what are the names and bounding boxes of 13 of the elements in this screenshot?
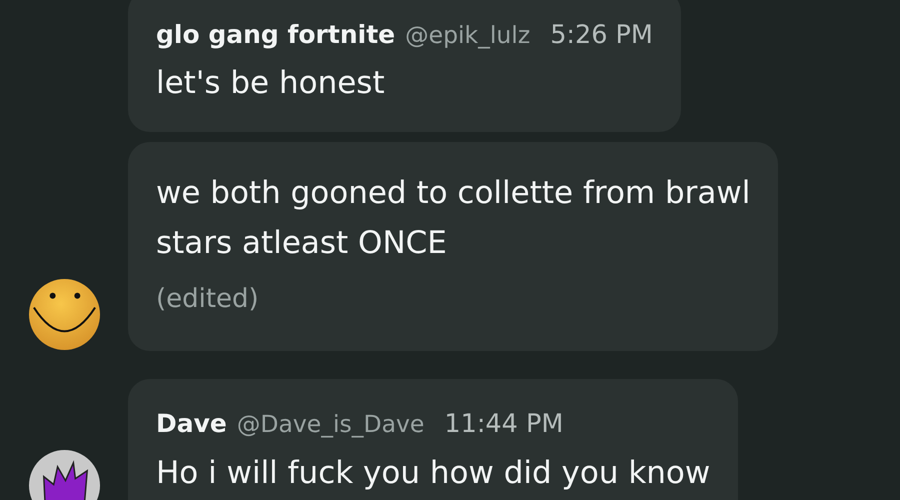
timestamp: 5:26 PM — [550, 19, 653, 52]
message-text: stars atleast ONCE — [156, 224, 448, 264]
message-text: let's be honest — [156, 64, 386, 104]
message-text: we both gooned to collette from brawl — [156, 174, 750, 214]
message-text: Ho i will fuck you how did you know — [156, 454, 710, 492]
timestamp: 11:44 PM — [444, 408, 564, 442]
author-name[interactable]: Dave — [156, 405, 227, 443]
edited-label: (edited) — [156, 283, 260, 316]
avatar-icon[interactable] — [28, 448, 101, 500]
smiley-avatar-icon[interactable] — [28, 278, 101, 352]
user-handle: @epik_lulz — [405, 20, 530, 51]
user-handle: @Dave_is_Dave — [236, 409, 424, 440]
author-name[interactable]: glo gang fortnite — [156, 16, 396, 54]
